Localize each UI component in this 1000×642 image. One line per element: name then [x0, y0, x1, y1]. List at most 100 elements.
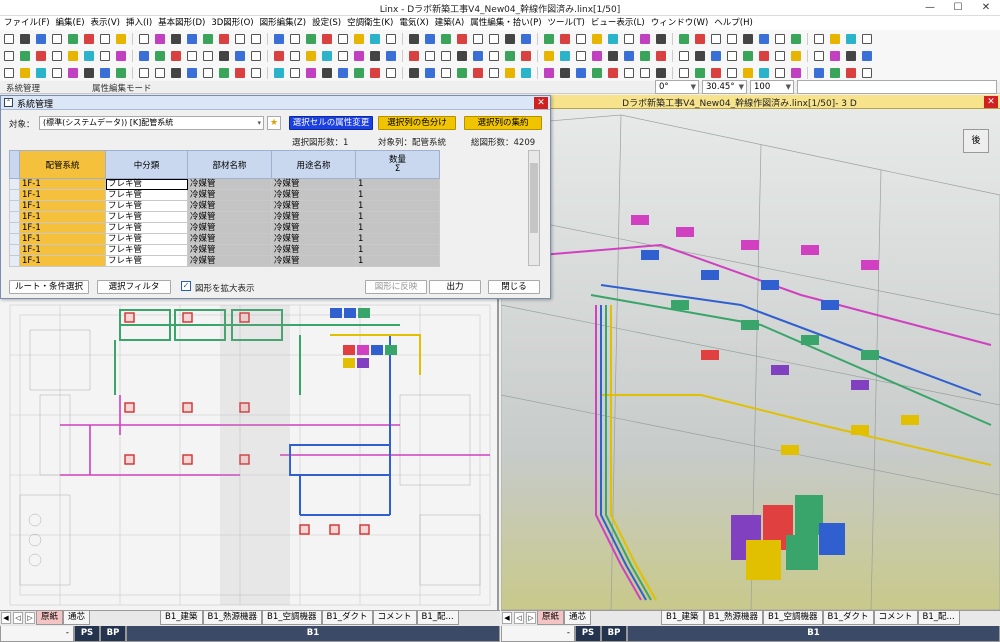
toolbar-tool-icon[interactable]	[679, 67, 689, 78]
table-row[interactable]: 1F-1 フレキ管 冷媒管 冷媒管 1	[9, 255, 440, 267]
toolbar-tool-icon[interactable]	[791, 67, 801, 78]
table-cell[interactable]: 冷媒管	[271, 200, 356, 212]
toolbar-tool-icon[interactable]	[814, 67, 824, 78]
col-header-quantity[interactable]: 数量 Σ	[355, 150, 440, 179]
tab-b1-pipe[interactable]: B1_配...	[917, 611, 960, 625]
favorite-star-icon[interactable]: ★	[267, 116, 281, 130]
toolbar-tool-icon[interactable]	[505, 67, 515, 78]
toolbar-tool-icon[interactable]	[425, 50, 435, 61]
toolbar-tool-icon[interactable]	[338, 33, 348, 44]
table-cell[interactable]: 冷媒管	[271, 244, 356, 256]
toolbar-tool-icon[interactable]	[338, 50, 348, 61]
close-3d-view-button[interactable]: ✕	[984, 96, 998, 108]
table-cell[interactable]: フレキ管	[105, 189, 188, 201]
tab-grid-axes[interactable]: 通芯	[564, 611, 592, 625]
toolbar-tool-icon[interactable]	[441, 33, 451, 44]
tab-b1-floor[interactable]: B1	[126, 626, 500, 642]
toolbar-tool-icon[interactable]	[354, 67, 364, 78]
toolbar-tool-icon[interactable]	[560, 33, 570, 44]
toolbar-tool-icon[interactable]	[624, 67, 634, 78]
toolbar-tool-icon[interactable]	[743, 67, 753, 78]
toolbar-tool-icon[interactable]	[322, 67, 332, 78]
toolbar-tool-icon[interactable]	[251, 33, 261, 44]
table-cell[interactable]: 冷媒管	[271, 222, 356, 234]
table-cell[interactable]: 冷媒管	[187, 233, 272, 245]
aggregate-button[interactable]: 選択列の集約	[464, 116, 542, 130]
toolbar-tool-icon[interactable]	[100, 50, 110, 61]
grid-scrollbar[interactable]	[528, 150, 540, 266]
toolbar-tool-icon[interactable]	[711, 67, 721, 78]
toolbar-tool-icon[interactable]	[711, 33, 721, 44]
3d-view[interactable]: 後	[501, 95, 1000, 610]
toolbar-tool-icon[interactable]	[791, 50, 801, 61]
view-cube[interactable]: 後	[963, 129, 989, 153]
table-cell[interactable]: フレキ管	[105, 244, 188, 256]
toolbar-tool-icon[interactable]	[624, 33, 634, 44]
tab-ps[interactable]: PS	[74, 626, 100, 642]
table-row[interactable]: 1F-1 フレキ管 冷媒管 冷媒管 1	[9, 200, 440, 212]
toolbar-tool-icon[interactable]	[306, 67, 316, 78]
angle-combo[interactable]: 0° ▼	[655, 80, 699, 94]
tab-b1-heat[interactable]: B1_熱源機器	[703, 611, 764, 625]
table-cell[interactable]: フレキ管	[105, 200, 188, 212]
toolbar-tool-icon[interactable]	[4, 50, 14, 61]
toolbar-tool-icon[interactable]	[322, 33, 332, 44]
toolbar-tool-icon[interactable]	[370, 67, 380, 78]
row-header[interactable]	[9, 222, 20, 234]
col-header-use-name[interactable]: 用途名称	[271, 150, 356, 179]
toolbar-tool-icon[interactable]	[20, 67, 30, 78]
toolbar-tool-icon[interactable]	[203, 50, 213, 61]
toolbar-tool-icon[interactable]	[219, 33, 229, 44]
table-cell[interactable]: 冷媒管	[271, 211, 356, 223]
toolbar-tool-icon[interactable]	[354, 33, 364, 44]
table-cell[interactable]: 冷媒管	[187, 211, 272, 223]
toolbar-tool-icon[interactable]	[640, 50, 650, 61]
table-cell[interactable]: 冷媒管	[271, 255, 356, 267]
toolbar-tool-icon[interactable]	[20, 50, 30, 61]
toolbar-tool-icon[interactable]	[695, 50, 705, 61]
toolbar-tool-icon[interactable]	[425, 33, 435, 44]
toolbar-tool-icon[interactable]	[640, 67, 650, 78]
toolbar-tool-icon[interactable]	[473, 50, 483, 61]
row-header[interactable]	[9, 255, 20, 267]
toolbar-tool-icon[interactable]	[68, 33, 78, 44]
toolbar-tool-icon[interactable]	[116, 67, 126, 78]
color-split-button[interactable]: 選択列の色分け	[378, 116, 456, 130]
nav-prev-icon[interactable]: ◁	[514, 612, 524, 624]
toolbar-tool-icon[interactable]	[52, 67, 62, 78]
toolbar-tool-icon[interactable]	[187, 50, 197, 61]
tab-bp[interactable]: BP	[601, 626, 627, 642]
table-cell[interactable]: 冷媒管	[187, 222, 272, 234]
toolbar-tool-icon[interactable]	[155, 50, 165, 61]
toolbar-tool-icon[interactable]	[274, 50, 284, 61]
attribute-grid[interactable]: 配管系統 中分類 部材名称 用途名称 数量 Σ 1F-1 フレキ管 冷媒管 冷媒管 1 1…	[9, 150, 440, 267]
toolbar-tool-icon[interactable]	[814, 50, 824, 61]
toolbar-tool-icon[interactable]	[759, 67, 769, 78]
enlarge-checkbox[interactable]: ✓	[181, 281, 191, 291]
menu-basic-shapes[interactable]: 基本図形(D)	[158, 16, 205, 30]
toolbar-tool-icon[interactable]	[521, 33, 531, 44]
toolbar-tool-icon[interactable]	[656, 33, 666, 44]
toolbar-tool-icon[interactable]	[139, 50, 149, 61]
table-cell[interactable]: 冷媒管	[271, 178, 356, 190]
toolbar-tool-icon[interactable]	[759, 50, 769, 61]
toolbar-tool-icon[interactable]	[100, 67, 110, 78]
toolbar-tool-icon[interactable]	[338, 67, 348, 78]
toolbar-tool-icon[interactable]	[560, 50, 570, 61]
toolbar-tool-icon[interactable]	[608, 50, 618, 61]
toolbar-tool-icon[interactable]	[679, 50, 689, 61]
toolbar-tool-icon[interactable]	[290, 67, 300, 78]
nav-first-icon[interactable]: ◀	[1, 612, 11, 624]
toolbar-tool-icon[interactable]	[68, 50, 78, 61]
toolbar-tool-icon[interactable]	[521, 67, 531, 78]
collapse-icon[interactable]: ⌃	[4, 98, 13, 107]
tab-bp[interactable]: BP	[100, 626, 126, 642]
toolbar-tool-icon[interactable]	[505, 33, 515, 44]
toolbar-tool-icon[interactable]	[544, 50, 554, 61]
toolbar-tool-icon[interactable]	[386, 33, 396, 44]
toolbar-tool-icon[interactable]	[36, 33, 46, 44]
toolbar-tool-icon[interactable]	[251, 50, 261, 61]
toolbar-tool-icon[interactable]	[457, 33, 467, 44]
close-window-button[interactable]: ✕	[972, 0, 1000, 16]
col-header-category[interactable]: 中分類	[105, 150, 188, 179]
